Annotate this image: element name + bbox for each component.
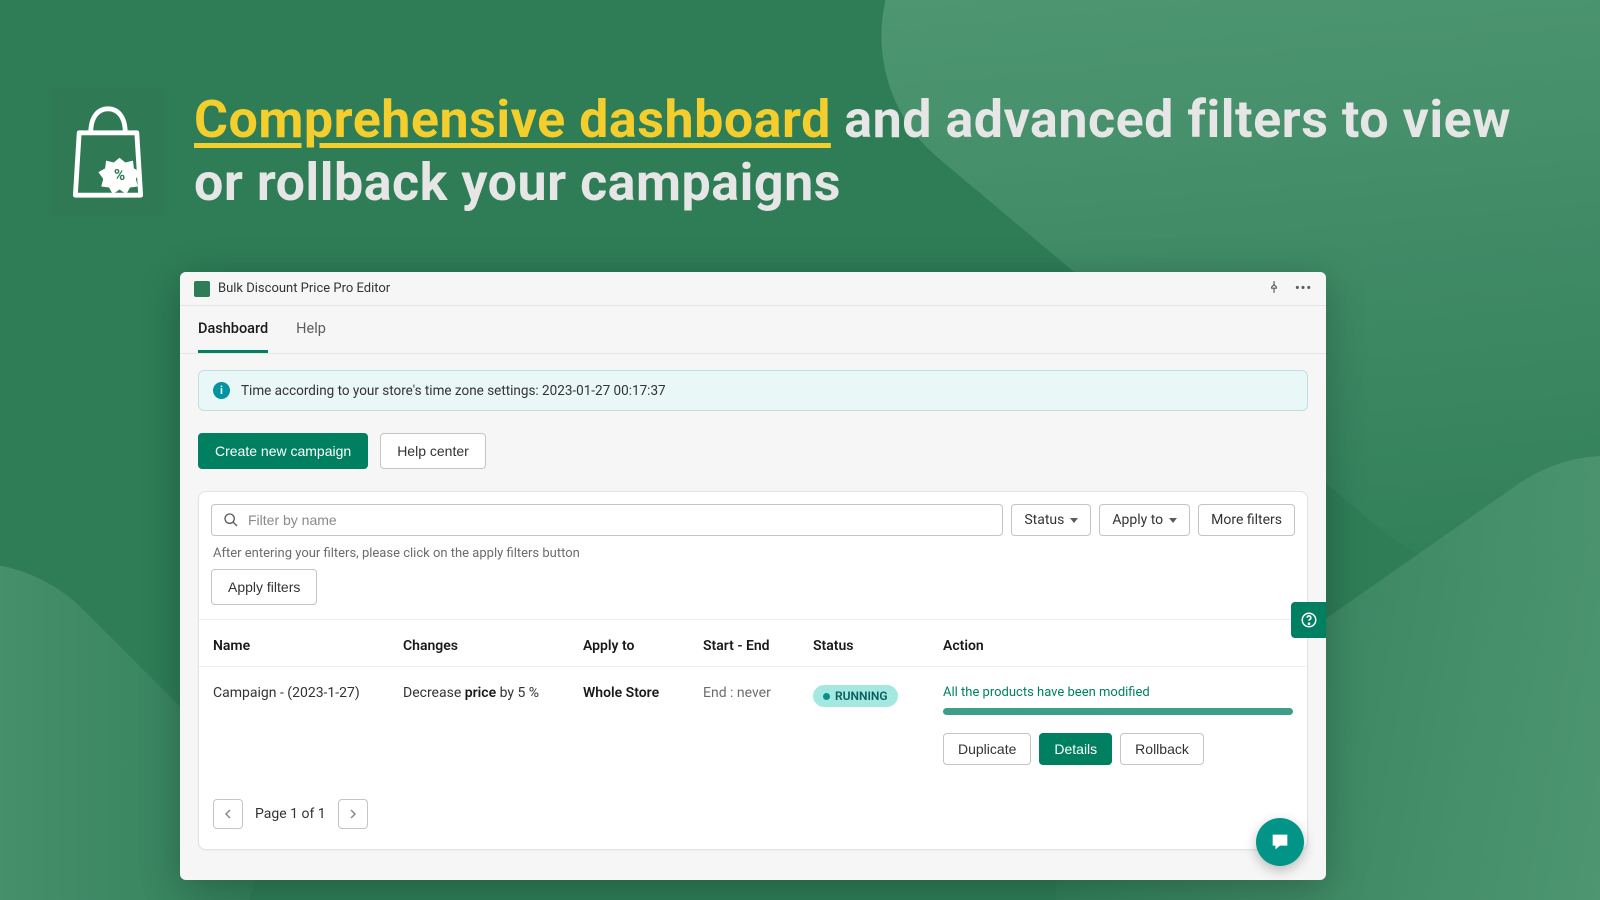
col-start-end: Start - End	[703, 638, 813, 654]
window-title: Bulk Discount Price Pro Editor	[218, 281, 390, 296]
filter-name-input[interactable]	[248, 512, 991, 528]
cell-changes: Decrease price by 5 %	[403, 685, 583, 701]
marketing-headline: % Comprehensive dashboard and advanced f…	[52, 88, 1540, 216]
window-titlebar: Bulk Discount Price Pro Editor •••	[180, 272, 1326, 306]
chevron-down-icon	[1070, 518, 1078, 523]
app-window: Bulk Discount Price Pro Editor ••• Dashb…	[180, 272, 1326, 880]
filter-search[interactable]	[211, 504, 1003, 536]
chat-icon	[1269, 831, 1291, 853]
more-filters-button[interactable]: More filters	[1198, 504, 1295, 536]
tab-help[interactable]: Help	[296, 306, 326, 353]
create-campaign-button[interactable]: Create new campaign	[198, 433, 368, 469]
tab-dashboard[interactable]: Dashboard	[198, 306, 268, 353]
timezone-info-banner: i Time according to your store's time zo…	[198, 370, 1308, 411]
more-icon[interactable]: •••	[1295, 281, 1312, 296]
progress-bar	[943, 708, 1293, 715]
duplicate-button[interactable]: Duplicate	[943, 733, 1031, 765]
cell-apply-to: Whole Store	[583, 685, 703, 701]
col-changes: Changes	[403, 638, 583, 654]
pagination: Page 1 of 1	[199, 783, 1307, 849]
cell-action: All the products have been modified Dupl…	[943, 685, 1293, 765]
progress-label: All the products have been modified	[943, 685, 1293, 700]
help-side-tab[interactable]	[1291, 602, 1326, 638]
shopping-bag-discount-icon: %	[60, 96, 156, 208]
svg-text:%: %	[114, 166, 125, 184]
col-action: Action	[943, 638, 1293, 654]
details-button[interactable]: Details	[1039, 733, 1112, 765]
filter-hint: After entering your filters, please clic…	[199, 536, 1307, 561]
chevron-down-icon	[1169, 518, 1177, 523]
cell-start-end: End : never	[703, 685, 813, 701]
app-logo: %	[52, 88, 164, 216]
status-filter-dropdown[interactable]: Status	[1011, 504, 1091, 536]
chevron-left-icon	[223, 809, 233, 819]
pin-icon[interactable]	[1267, 280, 1281, 298]
app-icon	[194, 281, 210, 297]
table-row: Campaign - (2023-1-27) Decrease price by…	[199, 666, 1307, 783]
rollback-button[interactable]: Rollback	[1120, 733, 1204, 765]
chevron-right-icon	[348, 809, 358, 819]
col-apply-to: Apply to	[583, 638, 703, 654]
prev-page-button[interactable]	[213, 799, 243, 829]
info-icon: i	[213, 382, 230, 399]
info-text: Time according to your store's time zone…	[241, 383, 666, 399]
headline-text: Comprehensive dashboard and advanced fil…	[194, 88, 1540, 215]
col-name: Name	[213, 638, 403, 654]
campaigns-card: Status Apply to More filters After enter…	[198, 491, 1308, 850]
help-circle-icon	[1300, 611, 1318, 629]
cell-status: RUNNING	[813, 685, 943, 707]
status-badge: RUNNING	[813, 685, 898, 707]
tab-bar: Dashboard Help	[180, 306, 1326, 354]
cell-name: Campaign - (2023-1-27)	[213, 685, 403, 701]
next-page-button[interactable]	[338, 799, 368, 829]
apply-filters-button[interactable]: Apply filters	[211, 569, 317, 605]
search-icon	[223, 512, 239, 528]
table-header: Name Changes Apply to Start - End Status…	[199, 619, 1307, 666]
col-status: Status	[813, 638, 943, 654]
chat-fab[interactable]	[1256, 818, 1304, 866]
page-indicator: Page 1 of 1	[255, 806, 326, 822]
apply-to-filter-dropdown[interactable]: Apply to	[1099, 504, 1190, 536]
help-center-button[interactable]: Help center	[380, 433, 486, 469]
